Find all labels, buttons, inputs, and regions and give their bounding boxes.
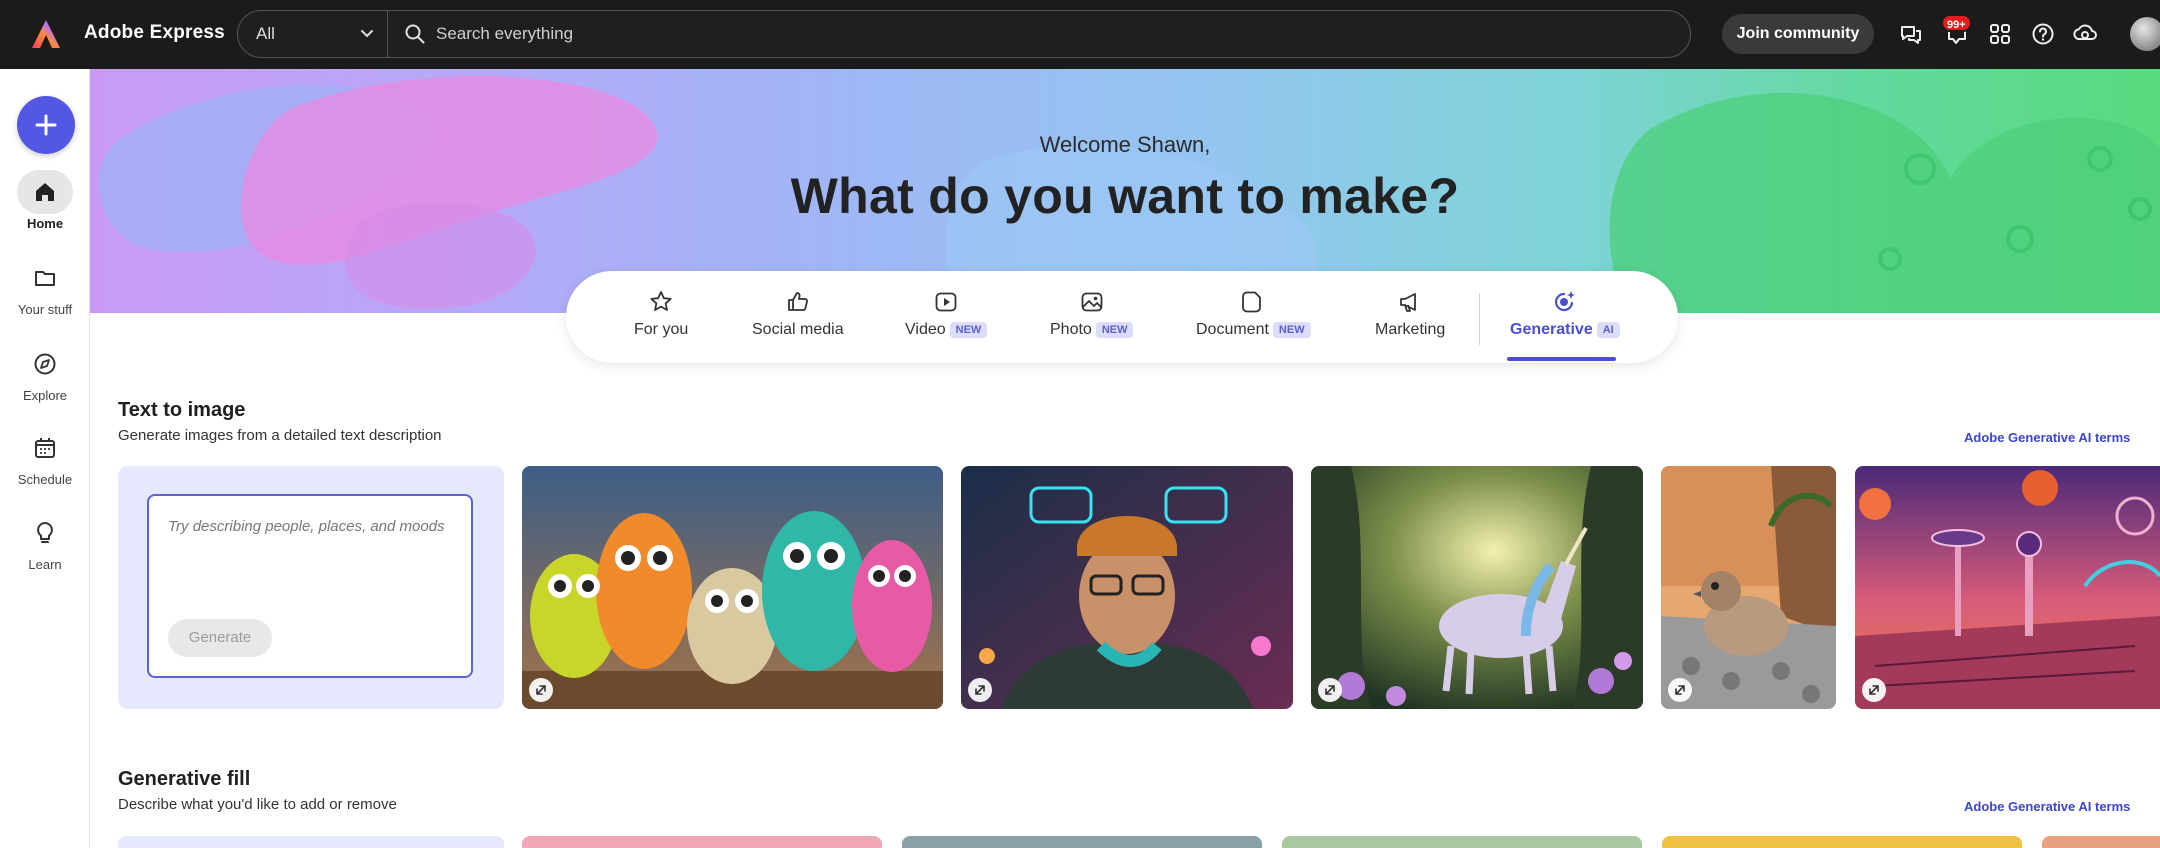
app-name: Adobe Express [84, 22, 225, 43]
expand-icon[interactable] [1668, 678, 1692, 702]
category-tabs: For you Social media Video NEW Photo NEW D… [566, 271, 1678, 363]
tab-label: Photo [1050, 321, 1092, 338]
section-title-generative-fill: Generative fill [118, 768, 251, 790]
unicorn-image [1311, 466, 1643, 709]
search-scope-value[interactable]: All [256, 24, 275, 44]
text-to-image-prompt-card: Try describing people, places, and moods… [118, 466, 504, 709]
sample-image-portrait[interactable] [961, 466, 1293, 709]
generative-fill-sample-5[interactable] [2042, 836, 2160, 848]
search-icon [405, 24, 425, 44]
star-icon [650, 291, 672, 311]
expand-icon[interactable] [1318, 678, 1342, 702]
rail-item-label: Explore [22, 388, 68, 403]
tab-video[interactable]: Video NEW [905, 289, 988, 339]
generative-ai-terms-link[interactable]: Adobe Generative AI terms [1964, 430, 2130, 445]
portrait-image [961, 466, 1293, 709]
bird-image [1661, 466, 1836, 709]
section-title-text-to-image: Text to image [118, 399, 246, 421]
search-input[interactable]: Search everything [436, 24, 573, 44]
create-button[interactable] [17, 96, 75, 154]
avatar[interactable] [2130, 17, 2160, 51]
chevron-down-icon[interactable] [356, 23, 378, 45]
rail-item-your-stuff[interactable]: Your stuff [0, 256, 90, 317]
generative-fill-sample-1[interactable] [522, 836, 882, 848]
creative-cloud-icon[interactable] [2071, 20, 2099, 48]
chat-icon[interactable] [1897, 20, 1925, 48]
tab-for-you[interactable]: For you [634, 289, 688, 339]
plus-icon [35, 114, 57, 136]
generative-fill-prompt-card [118, 836, 504, 848]
rail-item-learn[interactable]: Learn [0, 511, 90, 572]
sample-image-bird[interactable] [1661, 466, 1836, 709]
calendar-icon [35, 438, 55, 458]
rail-item-label: Learn [28, 557, 62, 572]
compass-icon [34, 353, 56, 375]
welcome-text: Welcome Shawn, [1039, 132, 1211, 157]
generative-fill-sample-4[interactable] [1662, 836, 2022, 848]
expand-icon[interactable] [1862, 678, 1886, 702]
photo-icon [1081, 292, 1103, 312]
tab-document[interactable]: Document NEW [1196, 289, 1311, 339]
megaphone-icon [1400, 293, 1417, 312]
adobe-express-logo[interactable] [28, 17, 64, 53]
tab-generative[interactable]: Generative AI [1510, 289, 1620, 339]
section-subtitle: Generate images from a detailed text des… [118, 427, 442, 444]
page-title: What do you want to make? [790, 168, 1460, 224]
tab-social-media[interactable]: Social media [752, 289, 844, 339]
top-bar: Adobe Express All Search everything Join… [0, 0, 2160, 69]
generative-fill-sample-2[interactable] [902, 836, 1262, 848]
tab-label: Generative [1510, 321, 1593, 338]
rail-item-label: Schedule [17, 472, 73, 487]
join-community-button[interactable]: Join community [1722, 14, 1874, 54]
sample-image-amusement-park[interactable] [1855, 466, 2160, 709]
generative-ai-terms-link[interactable]: Adobe Generative AI terms [1964, 799, 2130, 814]
folder-icon [35, 271, 55, 286]
generative-fill-sample-3[interactable] [1282, 836, 1642, 848]
prompt-input[interactable]: Try describing people, places, and moods… [147, 494, 473, 678]
tab-label: Social media [752, 321, 844, 338]
document-icon [1242, 291, 1262, 313]
tab-label: Video [905, 321, 946, 338]
section-subtitle: Describe what you'd like to add or remov… [118, 796, 397, 813]
prompt-placeholder: Try describing people, places, and moods [168, 518, 445, 535]
amusement-park-image [1855, 466, 2160, 709]
lightbulb-icon [37, 522, 53, 543]
sample-image-unicorn[interactable] [1311, 466, 1643, 709]
new-badge: NEW [949, 322, 988, 338]
generative-icon [1554, 291, 1575, 312]
tab-label: Marketing [1375, 321, 1446, 338]
search-bar[interactable]: All Search everything [237, 10, 1691, 58]
new-badge: NEW [1272, 322, 1311, 338]
tab-photo[interactable]: Photo NEW [1050, 289, 1134, 339]
search-divider [387, 11, 388, 57]
thumbs-up-icon [787, 292, 808, 311]
rail-item-explore[interactable]: Explore [0, 342, 90, 403]
tab-label: Document [1196, 321, 1269, 338]
owls-image [522, 466, 943, 709]
ai-badge: AI [1596, 322, 1620, 338]
video-icon [935, 292, 957, 312]
active-tab-indicator [1507, 357, 1616, 361]
left-rail: Home Your stuff Explore Schedule Learn [0, 69, 90, 848]
new-badge: NEW [1095, 322, 1134, 338]
help-icon[interactable] [2029, 20, 2057, 48]
rail-item-label: Home [26, 216, 64, 231]
tab-divider [1479, 293, 1480, 345]
expand-icon[interactable] [968, 678, 992, 702]
tab-marketing[interactable]: Marketing [1375, 289, 1445, 339]
rail-item-home[interactable]: Home [0, 170, 90, 231]
rail-item-label: Your stuff [17, 302, 73, 317]
expand-icon[interactable] [529, 678, 553, 702]
apps-grid-icon[interactable] [1986, 20, 2014, 48]
rail-item-schedule[interactable]: Schedule [0, 426, 90, 487]
notification-badge: 99+ [1941, 14, 1972, 32]
home-icon [36, 183, 54, 201]
sample-image-owls[interactable] [522, 466, 943, 709]
generate-button[interactable]: Generate [168, 619, 272, 657]
tab-label: For you [634, 321, 689, 338]
